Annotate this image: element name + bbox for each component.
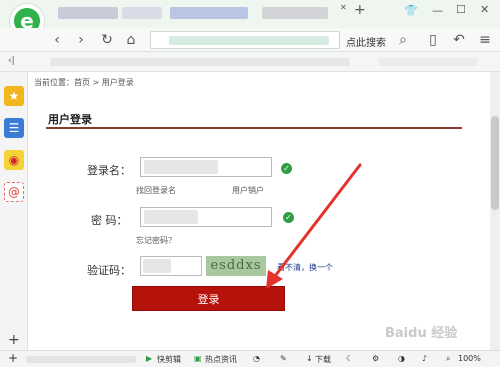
annotation-arrow — [266, 163, 362, 289]
pin-icon[interactable]: ✎ — [280, 354, 287, 363]
tools-icon[interactable]: ⚙ — [372, 354, 379, 363]
status-bar: + ▶ 快剪辑 ▣ 热点资讯 ◔ ✎ ↓ 下载 ☾ ⚙ ◑ ♪ ⌕ 100% — [0, 350, 500, 367]
zoom-icon[interactable]: ⌕ — [446, 354, 450, 364]
moon-icon[interactable]: ☾ — [346, 354, 353, 363]
quick-clip-icon[interactable]: ▶ — [146, 354, 152, 363]
hot-news-icon[interactable]: ▣ — [194, 354, 202, 363]
download-icon[interactable]: ↓ — [306, 354, 313, 363]
arrow-head — [266, 270, 283, 289]
cast-icon[interactable]: ◑ — [398, 354, 405, 363]
watermark: Baidu 经验 — [385, 326, 458, 341]
download-label[interactable]: 下载 — [315, 354, 331, 365]
add-icon[interactable]: + — [8, 351, 18, 365]
quick-clip-label[interactable]: 快剪辑 — [157, 354, 181, 365]
sound-icon[interactable]: ♪ — [422, 354, 427, 363]
arrow-shaft — [270, 163, 362, 282]
status-blur — [26, 356, 136, 363]
zoom-level[interactable]: 100% — [458, 354, 481, 363]
speed-icon[interactable]: ◔ — [253, 354, 260, 363]
hot-news-label[interactable]: 热点资讯 — [205, 354, 237, 365]
